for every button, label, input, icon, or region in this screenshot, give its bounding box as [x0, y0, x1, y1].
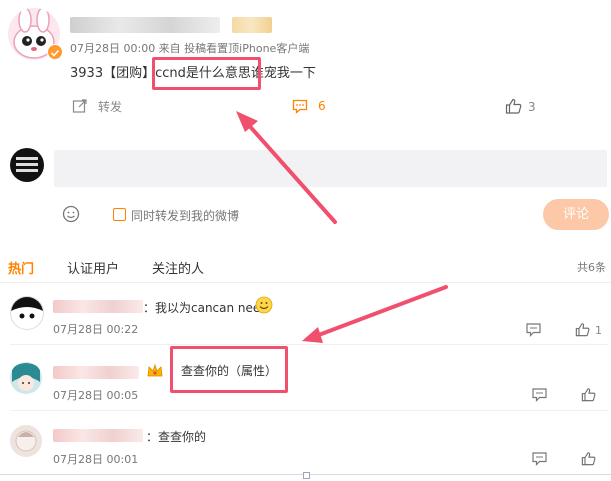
- annotation-arrow-comment: [302, 285, 448, 343]
- annotation-arrow-post: [236, 111, 337, 224]
- annotation-arrows: [236, 111, 448, 343]
